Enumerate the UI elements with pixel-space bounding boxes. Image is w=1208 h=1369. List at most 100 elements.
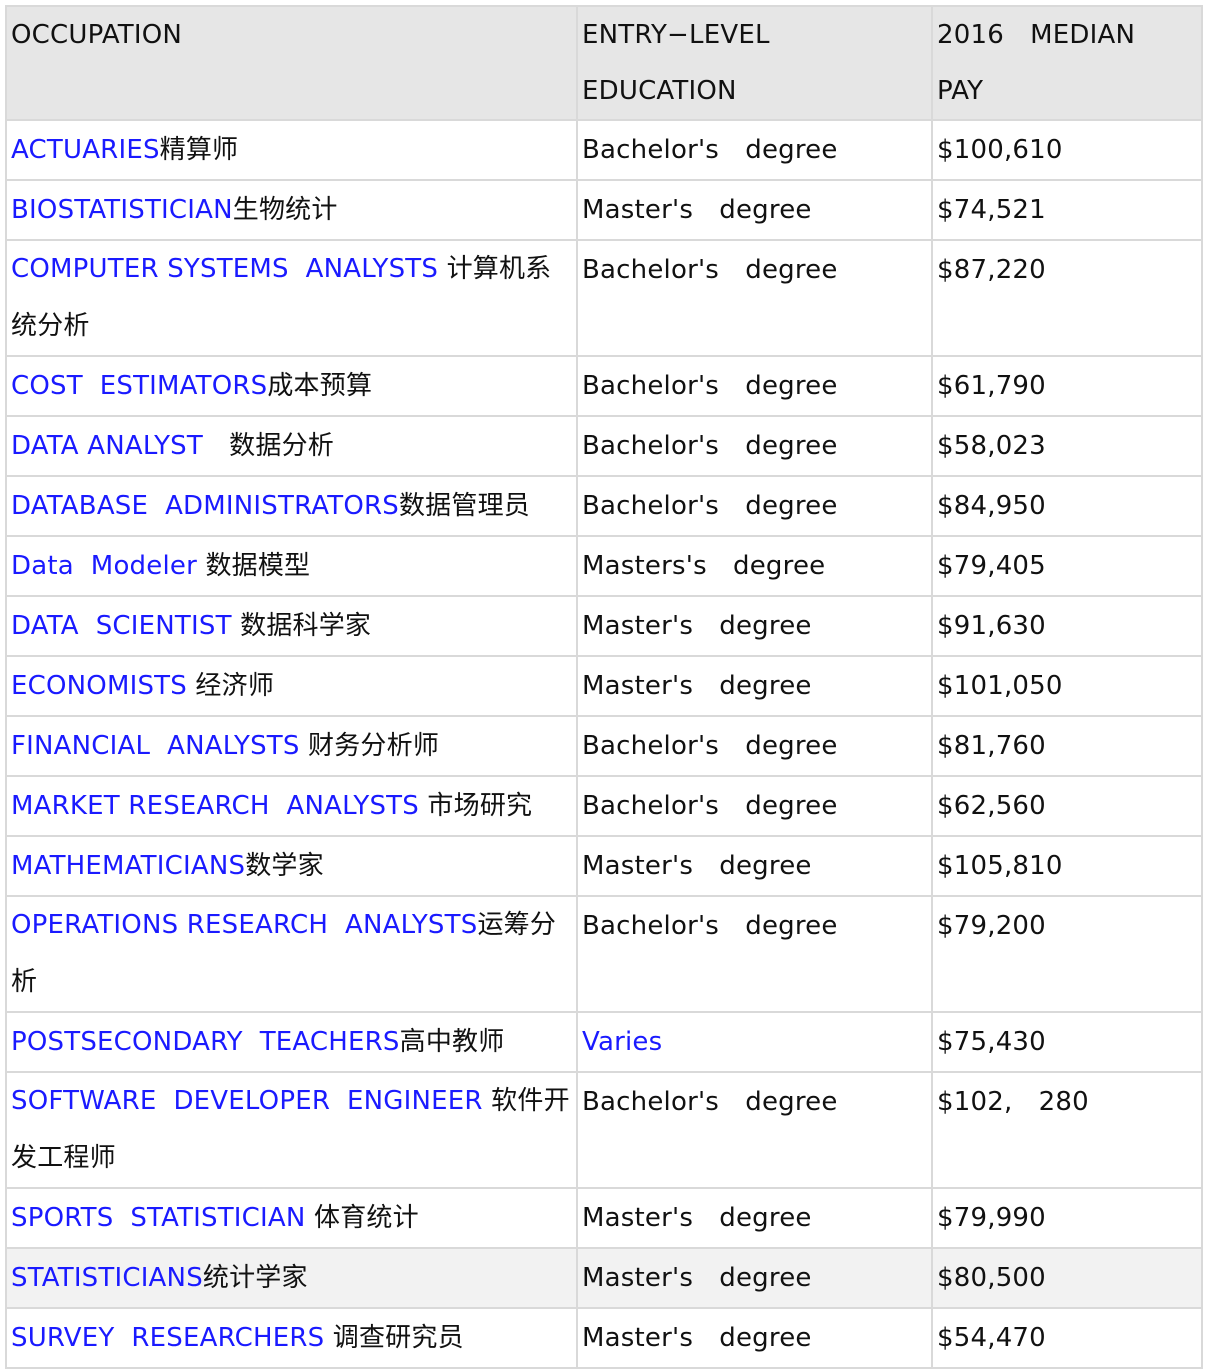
education-cell: Bachelor's degree bbox=[576, 119, 933, 181]
education-value: Bachelor's degree bbox=[582, 255, 838, 285]
median-pay-value: $84,950 bbox=[937, 491, 1046, 521]
median-pay-value: $87,220 bbox=[937, 255, 1046, 285]
education-cell: Masters's degree bbox=[576, 535, 933, 597]
education-value: Master's degree bbox=[582, 195, 812, 225]
pay-cell: $54,470 bbox=[931, 1307, 1203, 1369]
occupation-cell: STATISTICIANS统计学家 bbox=[5, 1247, 578, 1309]
table-row: Data Modeler 数据模型 Masters's degree $79,405 bbox=[5, 535, 1203, 597]
education-cell: Bachelor's degree bbox=[576, 895, 933, 1013]
occupation-link[interactable]: ECONOMISTS bbox=[11, 671, 195, 701]
education-cell: Master's degree bbox=[576, 835, 933, 897]
education-value: Master's degree bbox=[582, 671, 812, 701]
occupation-chinese-name: 调查研究员 bbox=[332, 1323, 464, 1353]
occupation-cell: BIOSTATISTICIAN生物统计 bbox=[5, 179, 578, 241]
header-education-line1: ENTRY−LEVEL bbox=[582, 20, 770, 50]
occupation-cell: FINANCIAL ANALYSTS 财务分析师 bbox=[5, 715, 578, 777]
education-cell: Master's degree bbox=[576, 1307, 933, 1369]
occupation-table-container: OCCUPATION ENTRY−LEVEL EDUCATION 2016 ME… bbox=[5, 5, 1203, 1369]
occupation-link[interactable]: STATISTICIANS bbox=[11, 1263, 203, 1293]
median-pay-value: $105,810 bbox=[937, 851, 1063, 881]
occupation-chinese-name: 数据模型 bbox=[205, 551, 311, 581]
education-cell: Bachelor's degree bbox=[576, 475, 933, 537]
occupation-chinese-name: 市场研究 bbox=[427, 791, 533, 821]
pay-cell: $84,950 bbox=[931, 475, 1203, 537]
header-pay-line2: PAY bbox=[937, 76, 984, 106]
pay-cell: $75,430 bbox=[931, 1011, 1203, 1073]
occupation-link[interactable]: DATABASE ADMINISTRATORS bbox=[11, 491, 399, 521]
header-occupation-label: OCCUPATION bbox=[11, 20, 183, 50]
occupation-link[interactable]: COMPUTER SYSTEMS ANALYSTS bbox=[11, 254, 447, 284]
median-pay-value: $102, 280 bbox=[937, 1087, 1089, 1117]
education-cell: Bachelor's degree bbox=[576, 355, 933, 417]
occupation-link[interactable]: Data Modeler bbox=[11, 551, 205, 581]
occupation-link[interactable]: DATA SCIENTIST bbox=[11, 611, 240, 641]
education-value: Bachelor's degree bbox=[582, 911, 838, 941]
occupation-link[interactable]: OPERATIONS RESEARCH ANALYSTS bbox=[11, 910, 477, 940]
table-row: OPERATIONS RESEARCH ANALYSTS运筹分析 Bachelor… bbox=[5, 895, 1203, 1013]
education-link[interactable]: Varies bbox=[582, 1027, 662, 1057]
education-cell: Master's degree bbox=[576, 1187, 933, 1249]
table-row: DATA ANALYST 数据分析 Bachelor's degree $58,02… bbox=[5, 415, 1203, 477]
education-cell: Varies bbox=[576, 1011, 933, 1073]
median-pay-value: $81,760 bbox=[937, 731, 1046, 761]
table-row: MATHEMATICIANS数学家 Master's degree $105,810 bbox=[5, 835, 1203, 897]
table-row: COMPUTER SYSTEMS ANALYSTS 计算机系统分析 Bachelo… bbox=[5, 239, 1203, 357]
table-row: ECONOMISTS 经济师 Master's degree $101,050 bbox=[5, 655, 1203, 717]
median-pay-value: $58,023 bbox=[937, 431, 1046, 461]
occupation-link[interactable]: MATHEMATICIANS bbox=[11, 851, 245, 881]
table-row: MARKET RESEARCH ANALYSTS 市场研究 Bachelor's … bbox=[5, 775, 1203, 837]
occupation-cell: SOFTWARE DEVELOPER ENGINEER 软件开发工程师 bbox=[5, 1071, 578, 1189]
occupation-chinese-name: 生物统计 bbox=[232, 195, 338, 225]
occupation-link[interactable]: SURVEY RESEARCHERS bbox=[11, 1323, 333, 1353]
pay-cell: $79,990 bbox=[931, 1187, 1203, 1249]
median-pay-value: $74,521 bbox=[937, 195, 1046, 225]
occupation-cell: DATABASE ADMINISTRATORS数据管理员 bbox=[5, 475, 578, 537]
occupation-link[interactable]: FINANCIAL ANALYSTS bbox=[11, 731, 308, 761]
occupation-cell: MARKET RESEARCH ANALYSTS 市场研究 bbox=[5, 775, 578, 837]
occupation-chinese-name: 财务分析师 bbox=[308, 731, 440, 761]
occupation-chinese-name: 数据管理员 bbox=[398, 491, 530, 521]
occupation-link[interactable]: POSTSECONDARY TEACHERS bbox=[11, 1027, 400, 1057]
occupation-link[interactable]: SPORTS STATISTICIAN bbox=[11, 1203, 314, 1233]
occupation-cell: MATHEMATICIANS数学家 bbox=[5, 835, 578, 897]
occupation-cell: DATA ANALYST 数据分析 bbox=[5, 415, 578, 477]
table-row: FINANCIAL ANALYSTS 财务分析师 Bachelor's degre… bbox=[5, 715, 1203, 777]
median-pay-value: $79,990 bbox=[937, 1203, 1046, 1233]
occupation-cell: COMPUTER SYSTEMS ANALYSTS 计算机系统分析 bbox=[5, 239, 578, 357]
median-pay-value: $101,050 bbox=[937, 671, 1063, 701]
median-pay-value: $54,470 bbox=[937, 1323, 1046, 1353]
table-row: SOFTWARE DEVELOPER ENGINEER 软件开发工程师 Bache… bbox=[5, 1071, 1203, 1189]
occupation-cell: DATA SCIENTIST 数据科学家 bbox=[5, 595, 578, 657]
occupation-link[interactable]: DATA ANALYST bbox=[11, 431, 203, 461]
occupation-chinese-name: 数据科学家 bbox=[240, 611, 372, 641]
education-value: Master's degree bbox=[582, 1203, 812, 1233]
occupation-link[interactable]: SOFTWARE DEVELOPER ENGINEER bbox=[11, 1086, 491, 1116]
education-value: Bachelor's degree bbox=[582, 491, 838, 521]
pay-cell: $80,500 bbox=[931, 1247, 1203, 1309]
education-value: Bachelor's degree bbox=[582, 731, 838, 761]
table-row: SPORTS STATISTICIAN 体育统计 Master's degree $… bbox=[5, 1187, 1203, 1249]
education-value: Bachelor's degree bbox=[582, 371, 838, 401]
occupation-chinese-name: 体育统计 bbox=[314, 1203, 419, 1233]
education-cell: Bachelor's degree bbox=[576, 415, 933, 477]
pay-cell: $62,560 bbox=[931, 775, 1203, 837]
occupation-link[interactable]: ACTUARIES bbox=[11, 135, 160, 165]
header-pay: 2016 MEDIAN PAY bbox=[931, 5, 1203, 121]
table-row: POSTSECONDARY TEACHERS高中教师 Varies $75,430 bbox=[5, 1011, 1203, 1073]
education-cell: Master's degree bbox=[576, 1247, 933, 1309]
table-row: DATABASE ADMINISTRATORS数据管理员 Bachelor's d… bbox=[5, 475, 1203, 537]
pay-cell: $105,810 bbox=[931, 835, 1203, 897]
table-row: BIOSTATISTICIAN生物统计 Master's degree $74,52… bbox=[5, 179, 1203, 241]
pay-cell: $74,521 bbox=[931, 179, 1203, 241]
occupation-link[interactable]: MARKET RESEARCH ANALYSTS bbox=[11, 791, 427, 821]
pay-cell: $61,790 bbox=[931, 355, 1203, 417]
occupation-link[interactable]: BIOSTATISTICIAN bbox=[11, 195, 233, 225]
header-pay-line1: 2016 MEDIAN bbox=[937, 20, 1136, 50]
occupation-link[interactable]: COST ESTIMATORS bbox=[11, 371, 267, 401]
occupation-cell: ECONOMISTS 经济师 bbox=[5, 655, 578, 717]
occupation-cell: SPORTS STATISTICIAN 体育统计 bbox=[5, 1187, 578, 1249]
median-pay-value: $80,500 bbox=[937, 1263, 1046, 1293]
table-row: SURVEY RESEARCHERS 调查研究员 Master's degree $… bbox=[5, 1307, 1203, 1369]
education-cell: Master's degree bbox=[576, 595, 933, 657]
table-row: DATA SCIENTIST 数据科学家 Master's degree $91,6… bbox=[5, 595, 1203, 657]
